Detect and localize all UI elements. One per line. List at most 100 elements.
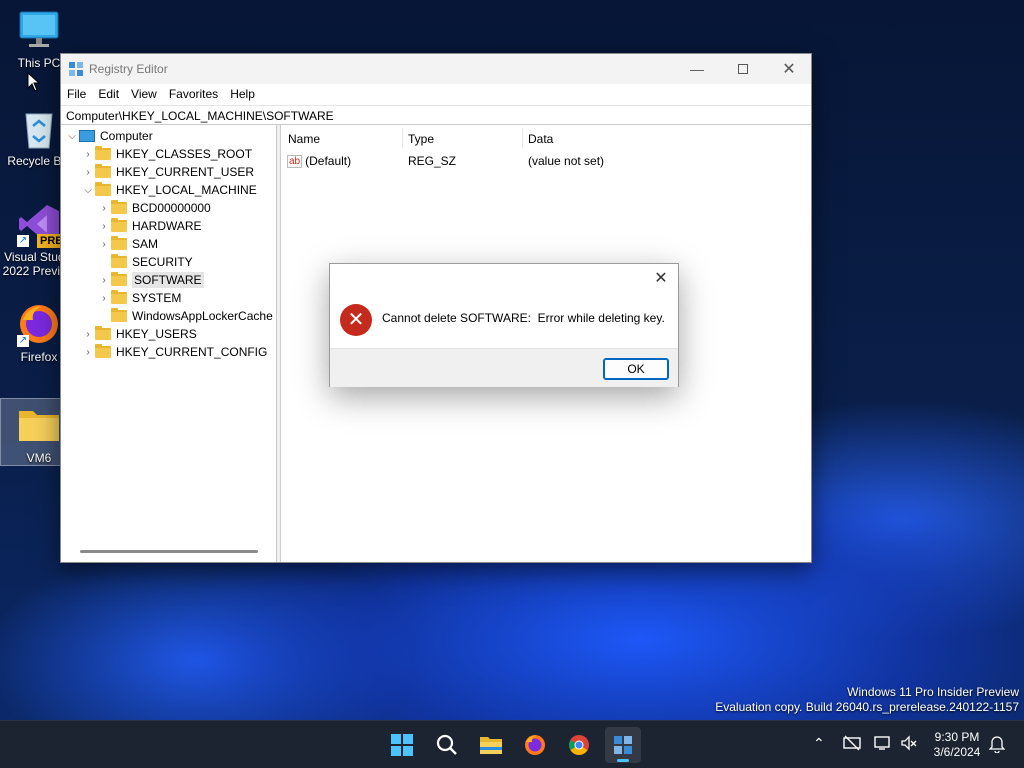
- folder-icon: [111, 272, 127, 286]
- tree-node-bcd[interactable]: › BCD00000000: [97, 199, 211, 217]
- tree-node-security[interactable]: SECURITY: [97, 253, 193, 271]
- folder-icon: [95, 182, 111, 196]
- computer-icon: [79, 130, 95, 142]
- tree-node-hkey-users[interactable]: › HKEY_USERS: [81, 325, 197, 343]
- column-header-type[interactable]: Type: [408, 132, 434, 146]
- folder-icon: [111, 308, 127, 322]
- file-explorer-button[interactable]: [473, 727, 509, 763]
- tree-horizontal-scrollbar[interactable]: [80, 550, 258, 553]
- tree-node-hkey-local-machine[interactable]: ⌵ HKEY_LOCAL_MACHINE: [81, 181, 257, 199]
- notifications-button[interactable]: [988, 735, 1006, 756]
- folder-icon: [17, 403, 61, 447]
- address-bar[interactable]: Computer\HKEY_LOCAL_MACHINE\SOFTWARE: [61, 105, 811, 125]
- close-icon: ✕: [782, 61, 796, 78]
- taskbar: ⌃ 9:30 PM 3/6/2024: [0, 720, 1024, 768]
- network-icon[interactable]: [874, 735, 892, 754]
- title-bar[interactable]: Registry Editor — ✕: [61, 54, 811, 84]
- tree-node-hkey-classes-root[interactable]: › HKEY_CLASSES_ROOT: [81, 145, 252, 163]
- chevron-right-icon[interactable]: ›: [97, 239, 111, 250]
- dialog-close-button[interactable]: ✕: [648, 268, 674, 290]
- start-button[interactable]: [384, 727, 420, 763]
- chevron-right-icon[interactable]: ›: [81, 167, 95, 178]
- folder-icon: [111, 236, 127, 250]
- ok-button[interactable]: OK: [603, 358, 669, 380]
- window-title: Registry Editor: [89, 62, 168, 76]
- close-button[interactable]: ✕: [766, 54, 812, 84]
- registry-editor-taskbar-button[interactable]: [605, 727, 641, 763]
- desktop-icon-label: This PC: [17, 56, 61, 70]
- tree-node-sam[interactable]: › SAM: [97, 235, 158, 253]
- chevron-down-icon[interactable]: ⌵: [65, 131, 79, 142]
- column-divider[interactable]: [402, 128, 403, 148]
- tree-node-hkey-current-config[interactable]: › HKEY_CURRENT_CONFIG: [81, 343, 267, 361]
- clock[interactable]: 9:30 PM 3/6/2024: [926, 730, 988, 760]
- chevron-right-icon[interactable]: ›: [81, 329, 95, 340]
- maximize-button[interactable]: [720, 54, 766, 84]
- tree-node-computer[interactable]: ⌵ Computer: [65, 127, 152, 145]
- minimize-icon: —: [690, 61, 704, 77]
- chrome-icon: [569, 735, 589, 755]
- folder-icon: [111, 218, 127, 232]
- chrome-taskbar-button[interactable]: [561, 727, 597, 763]
- chevron-right-icon[interactable]: ›: [97, 293, 111, 304]
- folder-icon: [95, 164, 111, 178]
- shortcut-arrow-icon: ↗: [17, 235, 29, 247]
- menu-help[interactable]: Help: [224, 84, 261, 101]
- chevron-up-icon: ⌃: [813, 735, 825, 751]
- column-header-name[interactable]: Name: [288, 132, 320, 146]
- firefox-taskbar-button[interactable]: [517, 727, 553, 763]
- watermark-line2: Evaluation copy. Build 26040.rs_prerelea…: [715, 700, 1019, 714]
- menu-edit[interactable]: Edit: [92, 84, 125, 101]
- minimize-button[interactable]: —: [674, 54, 720, 84]
- show-hidden-icons-button[interactable]: ⌃: [813, 735, 825, 752]
- chevron-right-icon[interactable]: ›: [97, 203, 111, 214]
- maximize-icon: [738, 64, 748, 74]
- search-icon: [436, 734, 457, 755]
- chevron-right-icon[interactable]: ›: [81, 347, 95, 358]
- folder-icon: [111, 290, 127, 304]
- string-value-icon: ab: [287, 154, 303, 168]
- column-header-data[interactable]: Data: [528, 132, 553, 146]
- tree-node-software[interactable]: › SOFTWARE: [97, 271, 204, 289]
- search-button[interactable]: [429, 727, 465, 763]
- firefox-icon: [525, 735, 545, 755]
- folder-icon: [95, 146, 111, 160]
- table-row[interactable]: ab (Default): [287, 154, 351, 168]
- tree-node-hardware[interactable]: › HARDWARE: [97, 217, 202, 235]
- desktop-icon-label: VM6: [26, 451, 52, 465]
- chevron-down-icon[interactable]: ⌵: [81, 185, 95, 196]
- tree-node-system[interactable]: › SYSTEM: [97, 289, 181, 307]
- shortcut-arrow-icon: ↗: [17, 335, 29, 347]
- value-data: (value not set): [528, 154, 605, 168]
- key-tree: ⌵ Computer › HKEY_CLASSES_ROOT › HKEY_CURRE…: [62, 125, 276, 562]
- folder-icon: [95, 326, 111, 340]
- chevron-right-icon[interactable]: ›: [81, 149, 95, 160]
- error-icon: ✕: [340, 304, 372, 336]
- tree-node-hkey-current-user[interactable]: › HKEY_CURRENT_USER: [81, 163, 254, 181]
- monitor-icon: [17, 8, 61, 52]
- folder-icon: [95, 344, 111, 358]
- menu-bar: File Edit View Favorites Help: [61, 84, 811, 104]
- volume-muted-icon[interactable]: [900, 735, 918, 754]
- evaluation-watermark: Windows 11 Pro Insider Preview Evaluatio…: [715, 685, 1019, 715]
- dialog-footer: OK: [330, 348, 678, 387]
- mouse-cursor-icon: [27, 72, 41, 92]
- desktop-icon-label: Firefox: [20, 350, 58, 364]
- menu-view[interactable]: View: [125, 84, 163, 101]
- bell-icon: [988, 736, 1006, 754]
- folder-icon: [111, 200, 127, 214]
- chevron-right-icon[interactable]: ›: [97, 221, 111, 232]
- visual-studio-icon: PRE ↗: [17, 202, 66, 248]
- menu-favorites[interactable]: Favorites: [163, 84, 224, 101]
- clock-date: 3/6/2024: [933, 745, 981, 759]
- active-indicator: [617, 759, 629, 762]
- close-icon: ✕: [654, 270, 668, 287]
- chevron-right-icon[interactable]: ›: [97, 275, 111, 286]
- network-offline-icon[interactable]: [843, 735, 861, 754]
- folder-icon: [111, 254, 127, 268]
- menu-file[interactable]: File: [61, 84, 92, 101]
- column-divider[interactable]: [522, 128, 523, 148]
- tree-node-windowsapplockercache[interactable]: WindowsAppLockerCache: [97, 307, 273, 325]
- dialog-message: Cannot delete SOFTWARE: Error while dele…: [382, 311, 665, 325]
- registry-editor-icon: [68, 61, 84, 80]
